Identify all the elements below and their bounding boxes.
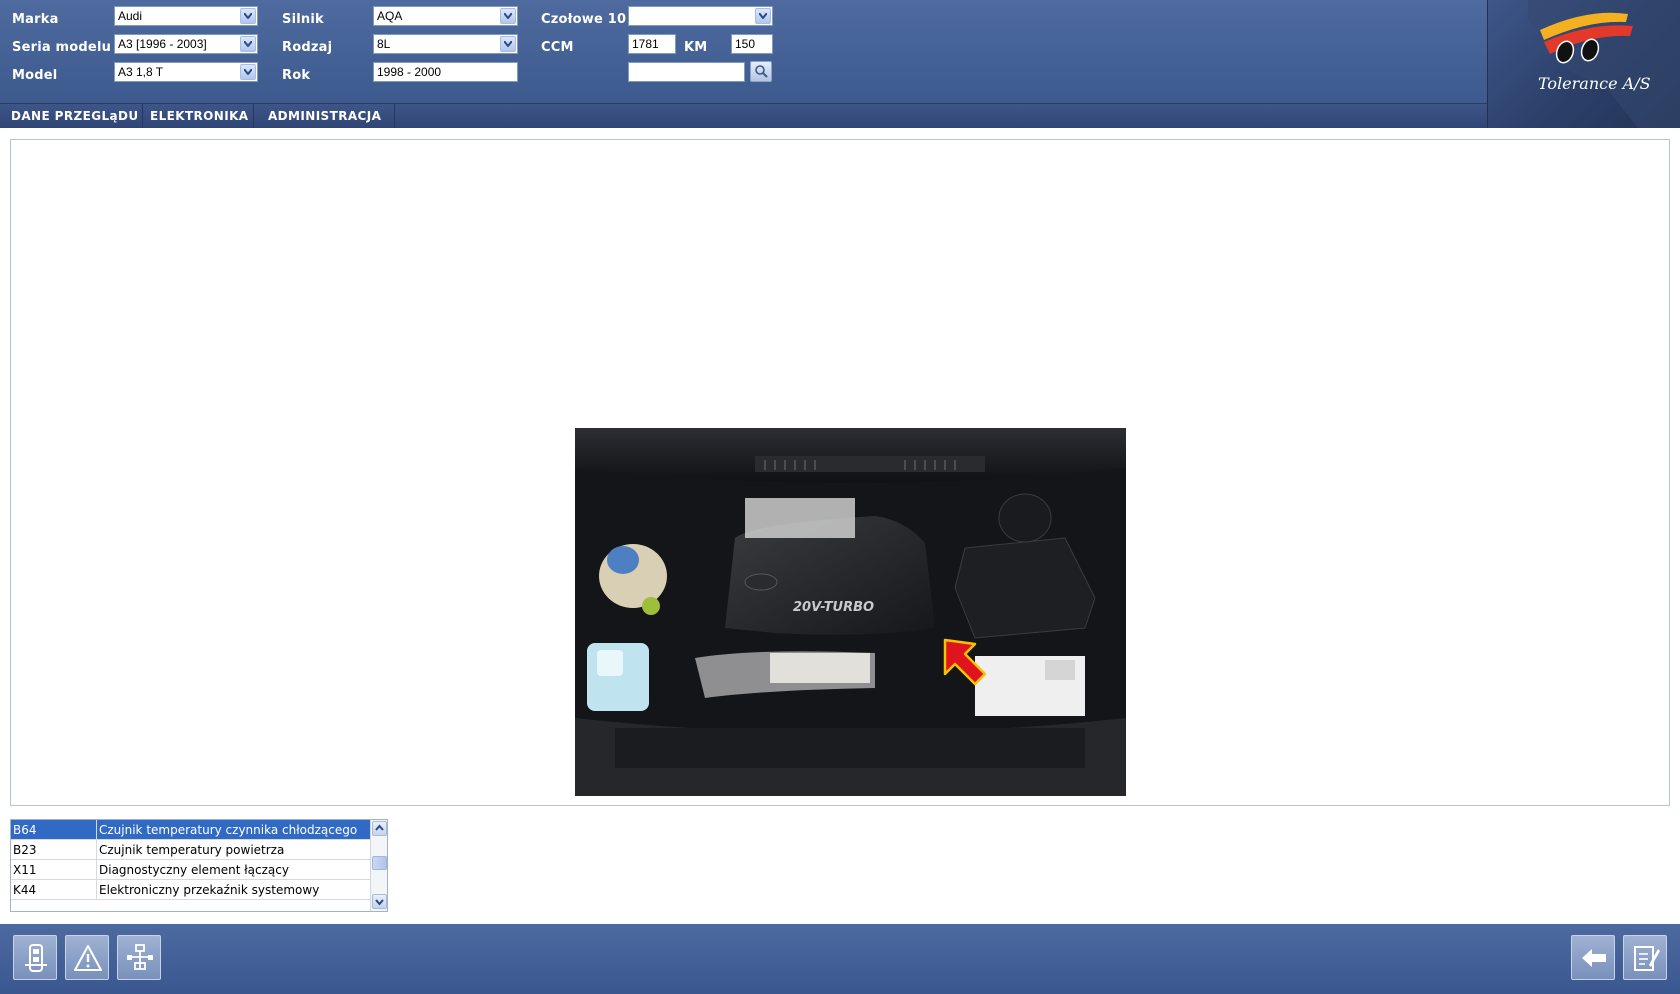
top10-label: Czołowe 10: [541, 12, 627, 27]
type-label: Rodzaj: [282, 40, 333, 55]
engine-select[interactable]: AQA: [373, 6, 518, 26]
scroll-up-button[interactable]: [372, 821, 387, 836]
back-button[interactable]: [1571, 935, 1615, 980]
search-input[interactable]: [628, 62, 745, 82]
km-value: 150: [735, 37, 756, 51]
brand-name: Tolerance A/S: [1538, 74, 1651, 93]
year-label: Rok: [282, 68, 311, 83]
chevron-down-icon[interactable]: [240, 36, 256, 52]
column-divider: [96, 860, 97, 880]
warning-button[interactable]: [65, 935, 109, 980]
component-code: B23: [13, 843, 37, 857]
top10-select[interactable]: [628, 6, 773, 26]
component-name: Diagnostyczny element łączący: [99, 863, 289, 877]
km-field[interactable]: 150: [731, 34, 773, 54]
series-select[interactable]: A3 [1996 - 2003]: [114, 34, 258, 54]
make-value: Audi: [118, 9, 143, 23]
component-name: Czujnik temperatury czynnika chłodzącego: [99, 823, 369, 837]
chevron-down-icon[interactable]: [500, 8, 516, 24]
menu-administration[interactable]: ADMINISTRACJA: [254, 104, 395, 128]
component-view-panel: 20V-TURBO: [10, 139, 1670, 806]
scroll-thumb[interactable]: [372, 856, 387, 870]
make-label: Marka: [12, 12, 59, 27]
type-select[interactable]: 8L: [373, 34, 518, 54]
model-value: A3 1,8 T: [118, 65, 164, 79]
list-item[interactable]: B23 Czujnik temperatury powietrza: [11, 840, 370, 860]
component-name: Elektroniczny przekaźnik systemowy: [99, 883, 320, 897]
ccm-value: 1781: [632, 37, 659, 51]
year-field[interactable]: 1998 - 2000: [373, 62, 518, 82]
list-scrollbar[interactable]: [370, 820, 387, 911]
menu-inspection-data[interactable]: DANE PRZEGLąDU: [0, 104, 143, 128]
search-button[interactable]: [750, 61, 772, 82]
chevron-down-icon[interactable]: [755, 8, 771, 24]
vehicle-info-button[interactable]: [13, 935, 57, 980]
main-menu: DANE PRZEGLąDU ELEKTRONIKA ADMINISTRACJA: [0, 103, 1487, 128]
search-icon: [755, 65, 768, 78]
list-item[interactable]: K44 Elektroniczny przekaźnik systemowy: [11, 880, 370, 900]
chevron-down-icon[interactable]: [500, 36, 516, 52]
engine-label: Silnik: [282, 12, 324, 27]
list-item[interactable]: B64 Czujnik temperatury czynnika chłodzą…: [11, 820, 370, 840]
series-label: Seria modelu: [12, 40, 112, 55]
ccm-label: CCM: [541, 40, 574, 55]
column-divider: [96, 820, 97, 840]
type-value: 8L: [377, 37, 391, 51]
chevron-down-icon: [375, 899, 384, 906]
engine-bay-photo: 20V-TURBO: [575, 428, 1126, 796]
vehicle-info-icon: [25, 944, 47, 972]
back-arrow-icon: [1582, 949, 1606, 967]
edit-document-icon: [1634, 946, 1660, 971]
series-value: A3 [1996 - 2003]: [118, 37, 207, 51]
edit-document-button[interactable]: [1623, 935, 1667, 980]
column-divider: [96, 880, 97, 900]
model-label: Model: [12, 68, 58, 83]
ccm-field[interactable]: 1781: [628, 34, 676, 54]
brand-logo-panel: Tolerance A/S: [1487, 0, 1680, 128]
brand-logo: [1528, 0, 1680, 128]
chevron-down-icon[interactable]: [240, 64, 256, 80]
component-name: Czujnik temperatury powietrza: [99, 843, 285, 857]
column-divider: [96, 840, 97, 860]
chevron-up-icon: [375, 824, 384, 831]
warning-icon: [74, 945, 102, 971]
footer-toolbar: [0, 924, 1680, 994]
model-select[interactable]: A3 1,8 T: [114, 62, 258, 82]
component-code: B64: [13, 823, 37, 837]
menu-electronics[interactable]: ELEKTRONIKA: [143, 104, 254, 128]
component-code: K44: [13, 883, 37, 897]
year-value: 1998 - 2000: [377, 65, 442, 79]
engine-value: AQA: [377, 9, 403, 23]
wiring-diagram-button[interactable]: [117, 935, 161, 980]
list-item[interactable]: X11 Diagnostyczny element łączący: [11, 860, 370, 880]
make-select[interactable]: Audi: [114, 6, 258, 26]
wiring-diagram-icon: [127, 944, 153, 970]
vehicle-selection-header: Marka Audi Seria modelu A3 [1996 - 2003]…: [0, 0, 1680, 103]
engine-cover-label: 20V-TURBO: [793, 600, 874, 615]
component-list: B64 Czujnik temperatury czynnika chłodzą…: [10, 819, 388, 912]
km-label: KM: [684, 40, 708, 55]
component-code: X11: [13, 863, 37, 877]
chevron-down-icon[interactable]: [240, 8, 256, 24]
scroll-down-button[interactable]: [372, 894, 387, 909]
